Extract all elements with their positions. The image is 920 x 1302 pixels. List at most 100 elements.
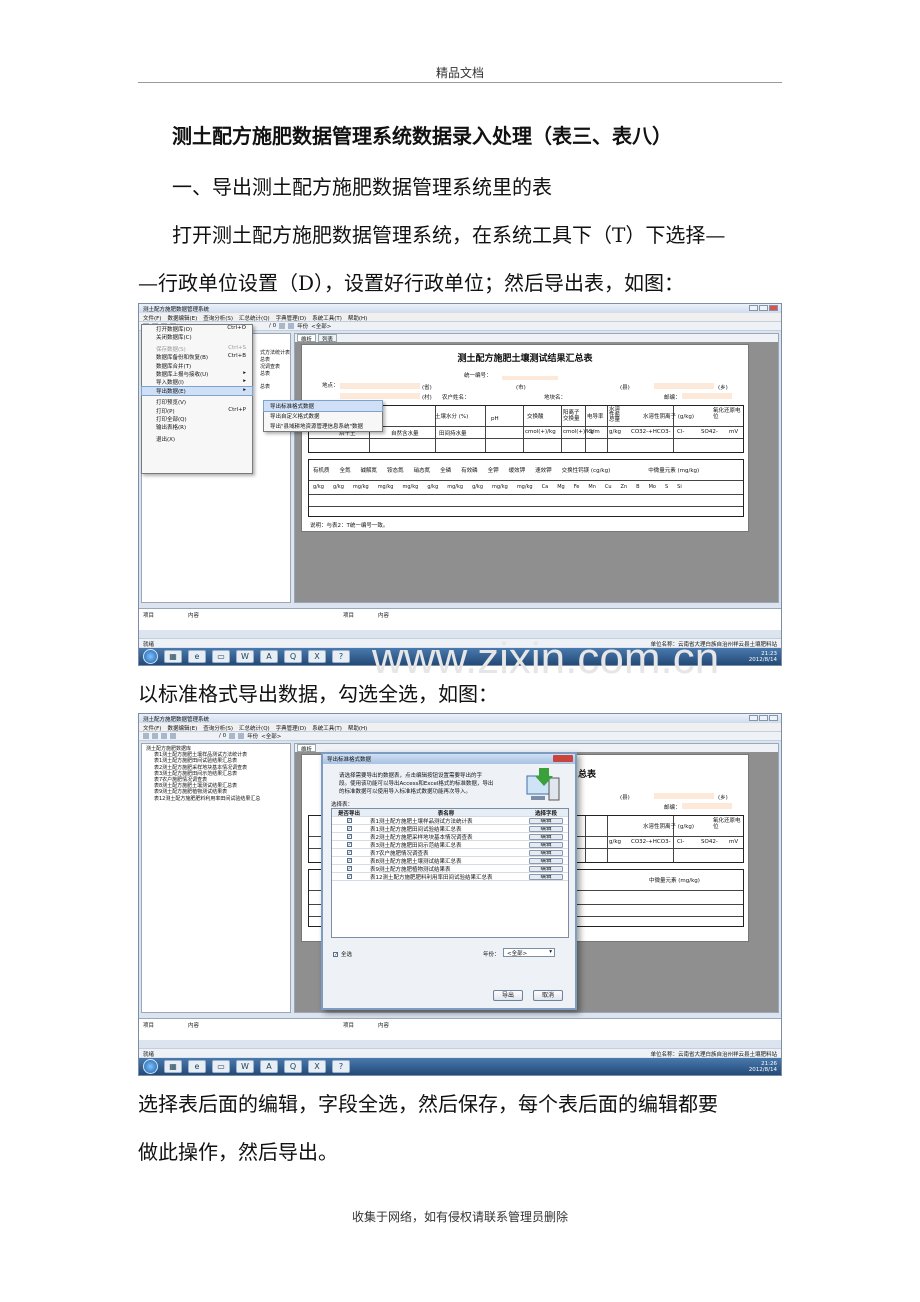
export-checkbox[interactable]: ✓ bbox=[346, 850, 352, 855]
qq-icon[interactable]: Q bbox=[284, 1060, 302, 1073]
word-icon[interactable]: W bbox=[236, 650, 254, 663]
file-menu-item[interactable]: 退出(X) bbox=[142, 435, 252, 443]
table-name-cell: 表12测土配方施肥肥料利用率田间试验结果汇总表 bbox=[370, 874, 493, 881]
tree-panel: 测土配方施肥数据库 表1测土配方施肥土壤样品测试方法统计表 表1测土配方施肥田间试… bbox=[141, 743, 291, 1013]
menu-query[interactable]: 查询分析(S) bbox=[203, 314, 233, 322]
edit-fields-button[interactable]: 编辑 bbox=[529, 825, 563, 832]
menu-bar-2: 文件(F) 数据编辑(E) 查询分析(S) 汇总统计(Q) 字典管理(D) 系统工具(T)… bbox=[139, 723, 781, 732]
export-button[interactable]: 导出 bbox=[493, 990, 523, 1001]
menu-file[interactable]: 文件(F) bbox=[143, 314, 161, 322]
folder-icon[interactable]: ▭ bbox=[212, 1060, 230, 1073]
year-select[interactable]: <全部> bbox=[311, 322, 331, 330]
export-custom-item[interactable]: 导出自定义格式数据 bbox=[264, 411, 382, 421]
minimize-icon[interactable] bbox=[749, 305, 758, 311]
app-icon[interactable]: ▦ bbox=[164, 650, 182, 663]
close-icon[interactable] bbox=[769, 305, 778, 311]
dialog-titlebar: 导出标准格式数据 bbox=[323, 754, 575, 764]
qq-icon[interactable]: Q bbox=[284, 650, 302, 663]
computer-download-icon bbox=[523, 768, 565, 808]
first-page-icon[interactable] bbox=[279, 323, 286, 329]
minimize-icon[interactable] bbox=[749, 715, 758, 721]
file-menu-item[interactable]: 数据库合并(T) bbox=[142, 362, 252, 370]
dialog-close-icon[interactable] bbox=[553, 755, 573, 762]
select-all[interactable]: ✓ 全选 bbox=[333, 950, 352, 958]
file-menu-item[interactable]: 导出数据(E) ▸ bbox=[141, 385, 253, 397]
save-icon[interactable] bbox=[152, 733, 158, 739]
file-menu-item[interactable]: 打印预览(V) bbox=[142, 398, 252, 406]
paragraph-1b: —行政单位设置（D），设置好行政单位；然后导出表，如图： bbox=[138, 271, 685, 295]
folder-icon[interactable]: ▭ bbox=[212, 650, 230, 663]
access-icon[interactable]: A bbox=[260, 650, 278, 663]
file-menu-item[interactable]: 保存数据(S) Ctrl+S bbox=[142, 345, 252, 353]
menu-bar: 文件(F) 数据编辑(E) 查询分析(S) 汇总统计(Q) 字典管理(D) 系统… bbox=[139, 313, 781, 322]
cancel-button[interactable]: 取消 bbox=[533, 990, 563, 1001]
browser-icon[interactable]: e bbox=[188, 650, 206, 663]
file-menu-item[interactable]: 数据库备份和恢复(B) Ctrl+B bbox=[142, 353, 252, 361]
select-all-checkbox[interactable]: ✓ bbox=[333, 951, 338, 957]
next-page-icon[interactable] bbox=[238, 733, 245, 739]
print-icon[interactable] bbox=[161, 733, 167, 739]
export-checkbox[interactable]: ✓ bbox=[346, 866, 352, 871]
tree-item[interactable]: 表12测土配方施肥肥料利用率田间试验结果汇总 bbox=[142, 796, 290, 802]
export-checkbox[interactable]: ✓ bbox=[346, 858, 352, 863]
window-controls-2[interactable] bbox=[749, 715, 778, 721]
file-menu-item[interactable]: 数据库上报与接收(U) ▸ bbox=[142, 370, 252, 378]
browser-icon[interactable]: e bbox=[188, 1060, 206, 1073]
menu-dict[interactable]: 字典管理(D) bbox=[276, 314, 307, 322]
start-icon[interactable] bbox=[143, 649, 158, 664]
toolbar-2: / 0 年份 <全部> bbox=[139, 732, 781, 741]
window-titlebar-2: 测土配方施肥数据管理系统 bbox=[139, 714, 781, 723]
export-county-item[interactable]: 导出"县域耕地资源管理信息系统"数据 bbox=[264, 421, 382, 431]
property-panel: 项目 内容 项目 内容 bbox=[139, 608, 781, 630]
edit-fields-button[interactable]: 编辑 bbox=[529, 849, 563, 856]
file-menu-item[interactable]: 导入数据(I) ▸ bbox=[142, 378, 252, 386]
table-name-cell: 表7农户施肥情况调查表 bbox=[370, 850, 429, 857]
edit-fields-button[interactable]: 编辑 bbox=[529, 841, 563, 848]
help-icon[interactable]: ? bbox=[332, 650, 350, 663]
export-standard-item[interactable]: 导出标准格式数据 bbox=[263, 400, 383, 412]
edit-fields-button[interactable]: 编辑 bbox=[529, 865, 563, 872]
file-menu-item[interactable]: 输出表格(R) bbox=[142, 423, 252, 431]
access-icon[interactable]: A bbox=[260, 1060, 278, 1073]
status-bar-2: 就绪 单位名称：云南省大理白族自治州祥云县土壤肥料站 bbox=[139, 1048, 781, 1058]
dialog-year-select[interactable]: <全部> ▾ bbox=[503, 948, 555, 957]
app-icon[interactable]: ▦ bbox=[164, 1060, 182, 1073]
maximize-icon[interactable] bbox=[759, 305, 768, 311]
first-page-icon[interactable] bbox=[229, 733, 236, 739]
file-menu-item[interactable]: 关闭数据库(C) bbox=[142, 333, 252, 341]
preview-icon[interactable] bbox=[170, 733, 176, 739]
menu-stats[interactable]: 汇总统计(Q) bbox=[239, 314, 270, 322]
close-icon[interactable] bbox=[769, 715, 778, 721]
file-menu-item[interactable]: 打印全部(Q) bbox=[142, 415, 252, 423]
paragraph-3b: 做此操作，然后导出。 bbox=[138, 1140, 338, 1164]
export-checkbox[interactable]: ✓ bbox=[346, 826, 352, 831]
excel-icon[interactable]: X bbox=[308, 1060, 326, 1073]
tab-list[interactable]: 列表 bbox=[318, 334, 338, 343]
tab-analysis[interactable]: 维析 bbox=[297, 334, 317, 343]
table-name-cell: 表1测土配方施肥田间试验结果汇总表 bbox=[370, 826, 462, 833]
paragraph-1a: 打开测土配方施肥数据管理系统，在系统工具下（T）下选择— bbox=[172, 223, 726, 247]
start-icon[interactable] bbox=[143, 1059, 158, 1074]
table-name-cell: 表1测土配方施肥土壤样品测试方法统计表 bbox=[370, 818, 473, 825]
file-menu-item[interactable]: 打印(P) Ctrl+P bbox=[142, 407, 252, 415]
edit-fields-button[interactable]: 编辑 bbox=[529, 817, 563, 824]
menu-help[interactable]: 帮助(H) bbox=[348, 314, 367, 322]
edit-fields-button[interactable]: 编辑 bbox=[529, 857, 563, 864]
file-menu-item[interactable]: 打开数据库(O) Ctrl+O bbox=[142, 325, 252, 333]
maximize-icon[interactable] bbox=[759, 715, 768, 721]
export-checkbox[interactable]: ✓ bbox=[346, 842, 352, 847]
help-icon[interactable]: ? bbox=[332, 1060, 350, 1073]
next-page-icon[interactable] bbox=[288, 323, 295, 329]
window-controls[interactable] bbox=[749, 305, 778, 311]
edit-fields-button[interactable]: 编辑 bbox=[529, 873, 563, 880]
menu-edit[interactable]: 数据编辑(E) bbox=[167, 314, 197, 322]
open-icon[interactable] bbox=[143, 733, 149, 739]
word-icon[interactable]: W bbox=[236, 1060, 254, 1073]
edit-fields-button[interactable]: 编辑 bbox=[529, 833, 563, 840]
export-checkbox[interactable]: ✓ bbox=[346, 874, 352, 879]
excel-icon[interactable]: X bbox=[308, 650, 326, 663]
export-checkbox[interactable]: ✓ bbox=[346, 818, 352, 823]
window-title: 测土配方施肥数据管理系统 bbox=[143, 307, 210, 313]
menu-tools[interactable]: 系统工具(T) bbox=[312, 314, 342, 322]
export-checkbox[interactable]: ✓ bbox=[346, 834, 352, 839]
